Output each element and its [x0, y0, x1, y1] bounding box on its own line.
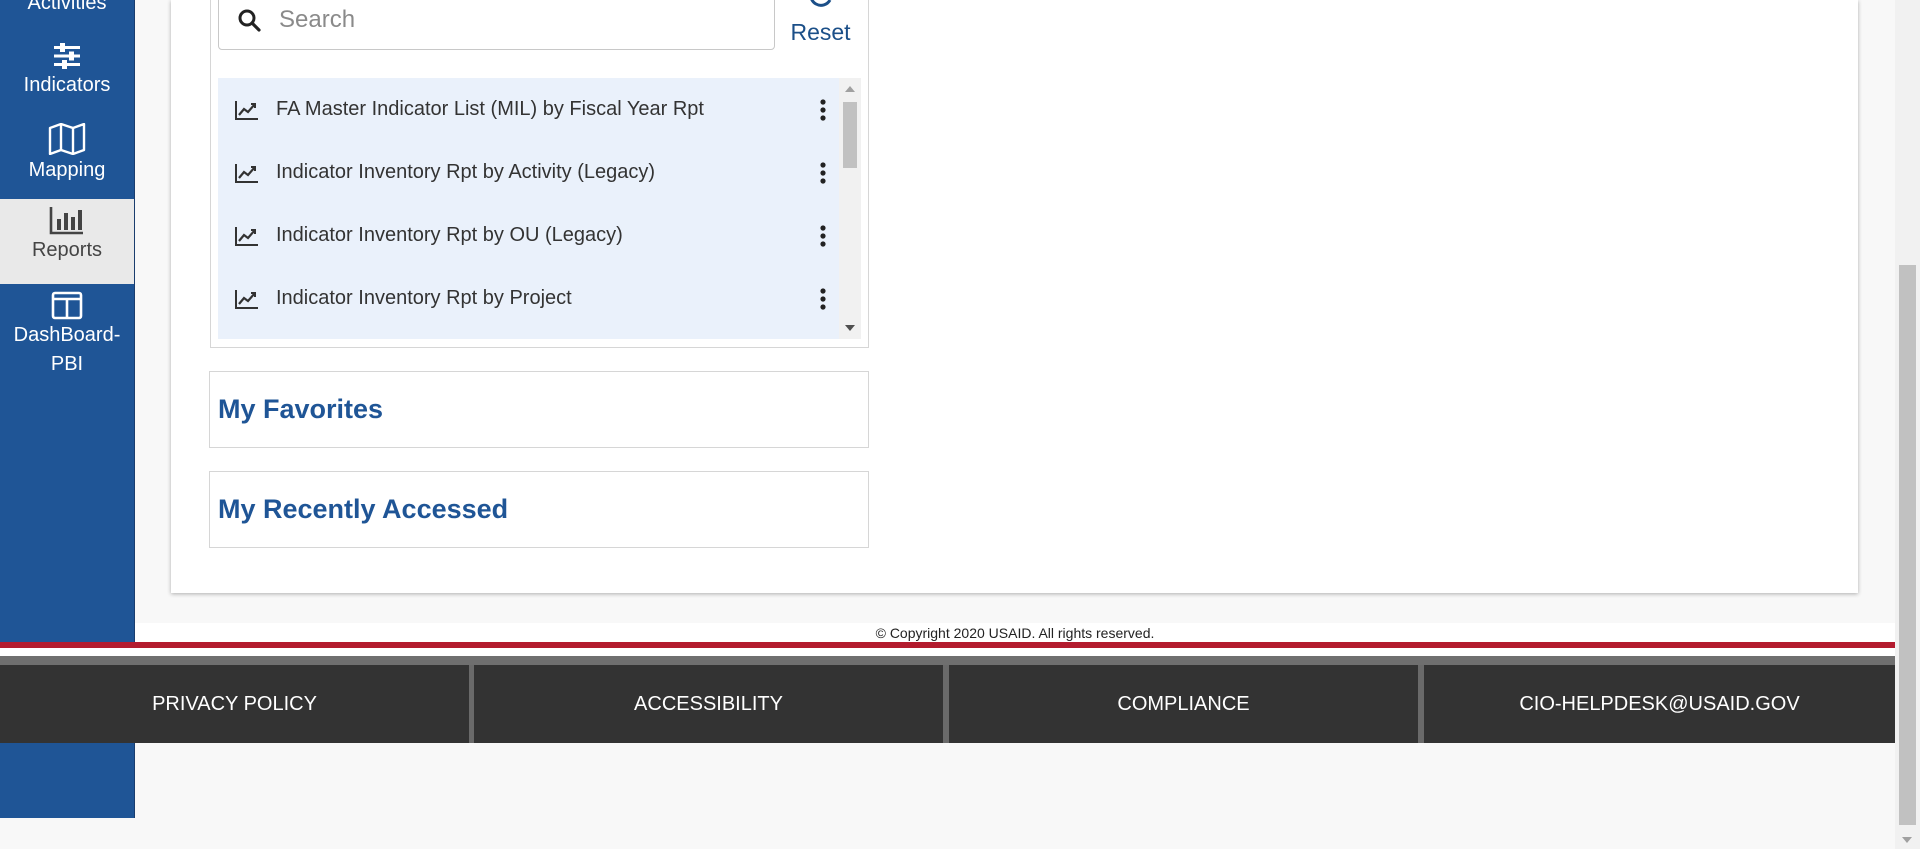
line-chart-icon — [218, 100, 276, 120]
helpdesk-email-link[interactable]: CIO-HELPDESK@USAID.GOV — [1424, 665, 1895, 743]
line-chart-icon — [218, 163, 276, 183]
list-scrollbar[interactable] — [839, 78, 861, 339]
report-label: Indicator Inventory Rpt by Activity (Leg… — [276, 161, 656, 183]
sidebar-item-label: Activities — [27, 0, 107, 14]
search-icon — [219, 8, 279, 32]
my-recently-accessed-panel[interactable]: My Recently Accessed — [209, 471, 869, 548]
sidebar-item-reports[interactable]: Reports — [0, 199, 134, 284]
page-scroll-down-arrow-icon[interactable] — [1902, 837, 1912, 843]
sidebar-item-dashboard-pbi[interactable]: DashBoard- PBI — [0, 284, 134, 394]
sidebar-item-label: Reports — [31, 239, 103, 261]
privacy-policy-link[interactable]: PRIVACY POLICY — [0, 665, 469, 743]
accessibility-link[interactable]: ACCESSIBILITY — [474, 665, 943, 743]
list-item[interactable]: Indicator Inventory Rpt by Project — [218, 267, 838, 330]
reset-button[interactable]: Reset — [783, 0, 858, 52]
report-label: FA Master Indicator List (MIL) by Fiscal… — [276, 98, 704, 120]
line-chart-icon — [218, 226, 276, 246]
my-favorites-title[interactable]: My Favorites — [210, 394, 383, 425]
sidebar-item-label-line1: DashBoard- — [13, 324, 121, 346]
sidebar-item-label-line2: PBI — [50, 353, 84, 375]
reports-card: Reset FA Master Indicator List (MIL) by … — [171, 0, 1858, 593]
my-recently-accessed-title[interactable]: My Recently Accessed — [210, 494, 508, 525]
footer-top-band — [0, 656, 1895, 665]
page-scrollbar[interactable] — [1895, 0, 1920, 849]
footer-divider-white — [0, 648, 1895, 656]
dashboard-icon — [51, 284, 83, 320]
scroll-down-arrow-icon[interactable] — [845, 325, 855, 331]
more-options-icon[interactable] — [808, 284, 838, 314]
bar-chart-icon — [49, 199, 85, 235]
reset-label: Reset — [790, 19, 851, 45]
sidebar-item-label: Indicators — [23, 74, 111, 96]
more-options-icon[interactable] — [808, 158, 838, 188]
report-label: Indicator Inventory Rpt by Project — [276, 287, 572, 309]
sidebar-item-label: Mapping — [28, 159, 106, 181]
reports-list: FA Master Indicator List (MIL) by Fiscal… — [218, 78, 861, 339]
my-favorites-panel[interactable]: My Favorites — [209, 371, 869, 448]
sliders-icon — [52, 34, 82, 70]
more-options-icon[interactable] — [808, 221, 838, 251]
scrollbar-thumb[interactable] — [843, 102, 857, 168]
search-input[interactable] — [279, 6, 739, 34]
more-options-icon[interactable] — [808, 95, 838, 125]
sidebar-item-indicators[interactable]: Indicators — [0, 34, 134, 119]
copyright-text: © Copyright 2020 USAID. All rights reser… — [135, 623, 1895, 643]
reset-icon — [806, 0, 836, 17]
list-item[interactable]: FA Master Indicator List (MIL) by Fiscal… — [218, 78, 838, 141]
sidebar-item-mapping[interactable]: Mapping — [0, 119, 134, 204]
compliance-link[interactable]: COMPLIANCE — [949, 665, 1418, 743]
page-scrollbar-thumb[interactable] — [1899, 265, 1916, 825]
search-box — [218, 0, 775, 50]
map-icon — [48, 119, 86, 155]
report-label: Indicator Inventory Rpt by OU (Legacy) — [276, 224, 623, 246]
sidebar-item-activities[interactable]: Activities — [0, 0, 134, 16]
scroll-up-arrow-icon[interactable] — [845, 86, 855, 92]
line-chart-icon — [218, 289, 276, 309]
list-item[interactable]: Indicator Inventory Rpt by Activity (Leg… — [218, 141, 838, 204]
list-item[interactable]: Indicator Inventory Rpt by OU (Legacy) — [218, 204, 838, 267]
